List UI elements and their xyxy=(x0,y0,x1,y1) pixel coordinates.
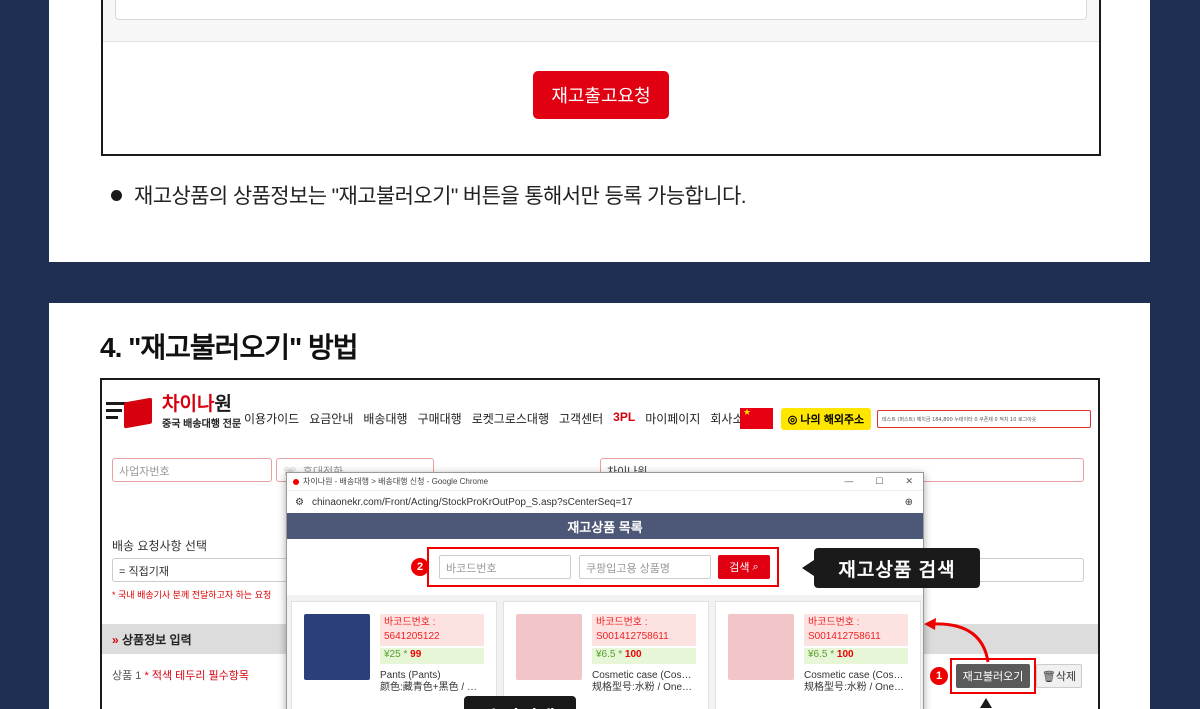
china-flag-icon[interactable]: ★ xyxy=(740,408,773,429)
quantity-callout: 수량기재 xyxy=(464,696,576,709)
text-input[interactable] xyxy=(115,0,1087,20)
product-name: Pants (Pants) 颜色:藏青色+黑色 / … xyxy=(380,670,477,693)
product-label: 상품 1 * 적색 테두리 필수항목 xyxy=(112,670,250,682)
popup-titlebar: 차이나원 - 배송대행 > 배송대행 신청 - Google Chrome — … xyxy=(287,473,923,491)
site-settings-icon[interactable]: ⚙ xyxy=(295,497,304,508)
screenshot-frame: 차이나원 중국 배송대행 전문 이용가이드 요금안내 배송대행 구매대행 로켓그… xyxy=(100,378,1100,709)
favicon-icon xyxy=(293,478,299,485)
section-title: 4. "재고불러오기" 방법 xyxy=(100,332,359,363)
location-pin-icon: ◎ xyxy=(787,413,798,426)
delivery-request-select[interactable]: = 직접기재 xyxy=(112,558,312,582)
site-header: 차이나원 중국 배송대행 전문 이용가이드 요금안내 배송대행 구매대행 로켓그… xyxy=(102,380,1098,456)
product-image xyxy=(304,614,370,680)
trash-icon: 🗑 xyxy=(1041,670,1056,683)
nav-customer-center[interactable]: 고객센터 xyxy=(559,410,603,427)
product-card[interactable]: 바코드번호 : S001412758611 ¥6.5 * 100 Cosmetic… xyxy=(715,601,921,709)
delivery-request-label: 배송 요청사항 선택 xyxy=(112,539,207,553)
info-note-text: 재고상품의 상품정보는 "재고불러오기" 버튼을 통해서만 등록 가능합니다. xyxy=(134,185,747,208)
bottom-card: 4. "재고불러오기" 방법 차이나원 중국 배송대행 전문 이용가이드 요금안… xyxy=(49,303,1150,709)
input-row xyxy=(103,0,1099,42)
price-qty: ¥6.5 * 100 xyxy=(592,648,696,664)
box-logo-icon xyxy=(106,394,156,430)
product-card[interactable]: 바코드번호 : S001412758611 ¥6.5 * 100 Cosmetic… xyxy=(503,601,709,709)
user-info-bar: 테스트 (퍼스트) 예치금 184,800 누테이타 0 쿠폰제 0 적치 10… xyxy=(877,410,1091,428)
top-form-frame: 재고출고요청 xyxy=(101,0,1101,156)
product-name: Cosmetic case (Cos… 规格型号:水粉 / One… xyxy=(592,670,693,693)
product-card[interactable]: 바코드번호 :5641205122 ¥25 * 99 Pants (Pants)… xyxy=(291,601,497,709)
popup-heading: 재고상품 목록 xyxy=(287,513,923,539)
barcode-input[interactable]: 바코드번호 xyxy=(439,555,571,579)
search-icon: ⌕ xyxy=(752,560,759,573)
nav-shipping-agent[interactable]: 배송대행 xyxy=(363,410,407,427)
nav-pricing[interactable]: 요금안내 xyxy=(309,410,353,427)
delete-button[interactable]: 🗑 삭제 xyxy=(1036,664,1082,688)
barcode-label: 바코드번호 : S001412758611 xyxy=(592,614,696,646)
top-card: 재고출고요청 재고상품의 상품정보는 "재고불러오기" 버튼을 통해서만 등록 … xyxy=(49,0,1150,262)
barcode-label: 바코드번호 : S001412758611 xyxy=(804,614,908,646)
stock-release-request-button[interactable]: 재고출고요청 xyxy=(533,71,669,119)
minimize-icon[interactable]: — xyxy=(844,476,853,487)
price-qty: ¥25 * 99 xyxy=(380,648,484,664)
bullet-icon xyxy=(111,189,122,201)
product-name-input[interactable]: 쿠팡입고용 상품명 xyxy=(579,555,711,579)
product-name: Cosmetic case (Cos… 规格型号:水粉 / One… xyxy=(804,670,905,693)
logo-subtitle: 중국 배송대행 전문 xyxy=(162,418,242,430)
close-icon[interactable]: ✕ xyxy=(905,476,913,487)
barcode-label: 바코드번호 :5641205122 xyxy=(380,614,484,646)
price-qty: ¥6.5 * 100 xyxy=(804,648,908,664)
product-image xyxy=(516,614,582,680)
nav-3pl[interactable]: 3PL xyxy=(613,410,635,427)
stock-product-list: 바코드번호 :5641205122 ¥25 * 99 Pants (Pants)… xyxy=(287,595,923,709)
double-chevron-icon: » xyxy=(112,633,119,647)
product-image xyxy=(728,614,794,680)
delivery-note: * 국내 배송기사 분께 전달하고자 하는 요청 xyxy=(112,590,272,600)
nav-mypage[interactable]: 마이페이지 xyxy=(645,410,700,427)
main-nav: 이용가이드 요금안내 배송대행 구매대행 로켓그로스대행 고객센터 3PL 마이… xyxy=(244,410,755,427)
stock-popup-window: 차이나원 - 배송대행 > 배송대행 신청 - Google Chrome — … xyxy=(286,472,924,709)
nav-rocket-growth[interactable]: 로켓그로스대행 xyxy=(472,410,549,427)
search-button[interactable]: 검색 ⌕ xyxy=(718,555,770,579)
site-logo[interactable]: 차이나원 중국 배송대행 전문 xyxy=(106,394,241,430)
business-number-field[interactable]: 사업자번호 xyxy=(112,458,272,482)
zoom-icon[interactable]: ⊕ xyxy=(905,497,913,508)
arrow-annotation xyxy=(924,618,992,708)
logo-name: 차이나원 xyxy=(162,393,232,415)
nav-purchase-agent[interactable]: 구매대행 xyxy=(418,410,462,427)
popup-url-bar: ⚙ chinaonekr.com/Front/Acting/StockProKr… xyxy=(287,491,923,513)
my-overseas-address-button[interactable]: ◎ 나의 해외주소 xyxy=(781,408,871,430)
popup-url[interactable]: chinaonekr.com/Front/Acting/StockProKrOu… xyxy=(312,497,632,508)
maximize-icon[interactable]: ☐ xyxy=(875,476,883,487)
info-note: 재고상품의 상품정보는 "재고불러오기" 버튼을 통해서만 등록 가능합니다. xyxy=(111,180,747,210)
nav-guide[interactable]: 이용가이드 xyxy=(244,410,299,427)
search-callout: 재고상품 검색 xyxy=(802,548,980,588)
